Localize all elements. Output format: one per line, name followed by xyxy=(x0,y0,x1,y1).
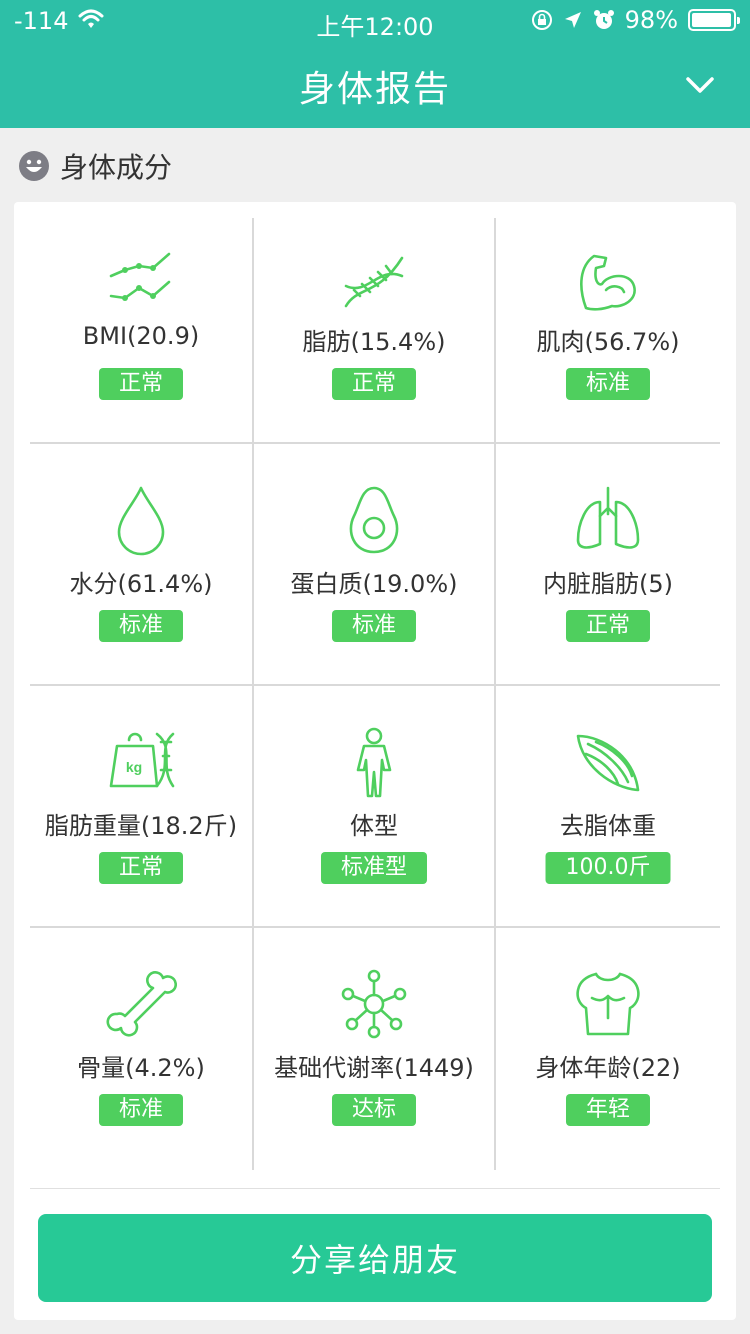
metric-muscle[interactable]: 肌肉(56.7%) 标准 xyxy=(496,218,720,444)
battery-percent: 98% xyxy=(624,6,678,34)
metric-label: 内脏脂肪(5) xyxy=(543,570,673,598)
lungs-icon xyxy=(576,486,640,549)
muscle-arm-icon xyxy=(580,254,636,311)
bone-icon xyxy=(106,971,177,1037)
status-badge: 标准型 xyxy=(320,852,428,884)
metric-body-age[interactable]: 身体年龄(22) 年轻 xyxy=(496,928,720,1170)
metric-label: BMI(20.9) xyxy=(82,322,200,350)
metrics-grid: BMI(20.9) 正常 脂肪(15.4%) 正常 肌肉(56.7%) 标准 水… xyxy=(30,218,720,1170)
top-bar: -114 上午12:00 98% 身体报告 xyxy=(0,0,750,128)
metric-fat-weight[interactable]: kg 脂肪重量(18.2斤) 正常 xyxy=(30,686,254,928)
kg-text: kg xyxy=(126,759,142,775)
alarm-clock-icon xyxy=(593,10,614,29)
status-badge: 标准 xyxy=(565,368,651,400)
status-badge: 正常 xyxy=(98,368,184,400)
section-title: 身体成分 xyxy=(60,151,173,184)
metric-label: 脂肪重量(18.2斤) xyxy=(44,812,238,840)
section-header: 身体成分 xyxy=(18,148,172,184)
rotation-lock-icon xyxy=(531,10,552,30)
body-figure-icon xyxy=(356,727,392,798)
metric-visceral-fat[interactable]: 内脏脂肪(5) 正常 xyxy=(496,444,720,686)
metric-water[interactable]: 水分(61.4%) 标准 xyxy=(30,444,254,686)
metric-fat[interactable]: 脂肪(15.4%) 正常 xyxy=(254,218,496,444)
kg-weight-dna-icon: kg xyxy=(109,732,175,788)
dna-icon xyxy=(344,256,404,308)
status-badge: 100.0斤 xyxy=(545,852,671,884)
metric-bmr[interactable]: 基础代谢率(1449) 达标 xyxy=(254,928,496,1170)
battery-icon xyxy=(688,9,740,31)
page-title: 身体报告 xyxy=(298,69,451,110)
trend-lines-icon xyxy=(109,252,171,301)
status-bar: -114 上午12:00 98% xyxy=(0,0,750,41)
metric-label: 体型 xyxy=(350,812,398,840)
metric-lean-body-mass[interactable]: 去脂体重 100.0斤 xyxy=(496,686,720,928)
metric-protein[interactable]: 蛋白质(19.0%) 标准 xyxy=(254,444,496,686)
molecule-icon xyxy=(341,969,407,1039)
status-badge: 正常 xyxy=(331,368,417,400)
muscle-fiber-icon xyxy=(576,734,640,792)
share-to-friends-button[interactable]: 分享给朋友 xyxy=(38,1214,712,1302)
status-badge: 标准 xyxy=(331,610,417,642)
metric-label: 肌肉(56.7%) xyxy=(536,328,680,356)
smiley-face-icon xyxy=(19,151,49,181)
body-composition-card: BMI(20.9) 正常 脂肪(15.4%) 正常 肌肉(56.7%) 标准 水… xyxy=(14,202,736,1320)
chevron-down-icon[interactable] xyxy=(684,72,716,98)
metric-label: 水分(61.4%) xyxy=(69,570,213,598)
metric-label: 身体年龄(22) xyxy=(535,1054,681,1082)
metric-bmi[interactable]: BMI(20.9) 正常 xyxy=(30,218,254,444)
divider xyxy=(30,1188,720,1189)
status-badge: 标准 xyxy=(98,1094,184,1126)
status-badge: 正常 xyxy=(98,852,184,884)
torso-icon xyxy=(576,972,640,1036)
status-badge: 达标 xyxy=(331,1094,417,1126)
status-right: 98% xyxy=(531,6,740,34)
status-badge: 正常 xyxy=(565,610,651,642)
metric-label: 基础代谢率(1449) xyxy=(274,1054,474,1082)
metric-body-type[interactable]: 体型 标准型 xyxy=(254,686,496,928)
metric-label: 骨量(4.2%) xyxy=(77,1054,205,1082)
water-drop-icon xyxy=(117,486,165,556)
metric-label: 脂肪(15.4%) xyxy=(302,328,446,356)
metric-label: 去脂体重 xyxy=(560,812,656,840)
metric-bone-mass[interactable]: 骨量(4.2%) 标准 xyxy=(30,928,254,1170)
status-badge: 标准 xyxy=(98,610,184,642)
location-arrow-icon xyxy=(564,12,581,28)
avocado-icon xyxy=(349,486,399,554)
status-badge: 年轻 xyxy=(565,1094,651,1126)
metric-label: 蛋白质(19.0%) xyxy=(290,570,458,598)
